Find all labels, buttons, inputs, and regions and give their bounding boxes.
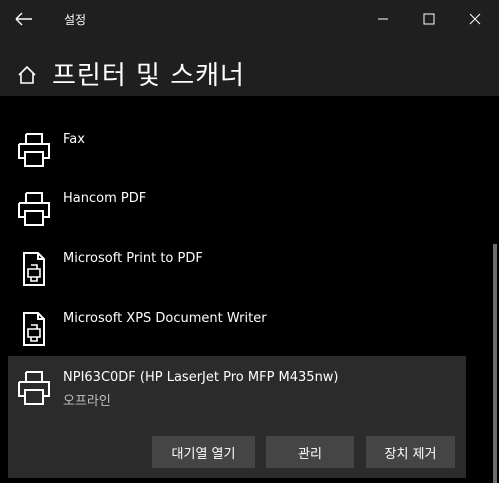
document-printer-icon [23, 252, 45, 286]
printer-icon [18, 371, 50, 405]
open-queue-button[interactable]: 대기열 열기 [152, 436, 255, 468]
back-arrow-icon[interactable] [12, 8, 36, 30]
list-item[interactable]: Microsoft XPS Document Writer [8, 311, 466, 371]
list-item[interactable]: Hancom PDF [8, 191, 466, 251]
list-item[interactable]: Fax [8, 132, 466, 192]
minimize-icon [378, 18, 388, 20]
list-item-selected[interactable]: NPI63C0DF (HP LaserJet Pro MFP M435nw) 오… [8, 370, 466, 430]
home-icon[interactable] [16, 64, 38, 86]
remove-device-button[interactable]: 장치 제거 [366, 436, 455, 468]
printer-name: Hancom PDF [63, 191, 147, 206]
window-title: 설정 [64, 13, 87, 27]
printer-icon [18, 133, 50, 167]
close-icon [469, 13, 481, 25]
list-item[interactable]: Microsoft Print to PDF [8, 251, 466, 311]
printer-icon [16, 96, 52, 102]
close-button[interactable] [452, 4, 498, 34]
printer-name: Microsoft XPS Document Writer [63, 311, 267, 326]
maximize-icon [423, 13, 435, 25]
printer-icon [18, 192, 50, 226]
printer-name: NPI63C0DF (HP LaserJet Pro MFP M435nw) [63, 370, 339, 385]
minimize-button[interactable] [360, 4, 406, 34]
maximize-button[interactable] [406, 4, 452, 34]
document-printer-icon [23, 312, 45, 346]
scrollbar-thumb[interactable] [493, 244, 497, 483]
printer-status: 오프라인 [63, 394, 111, 409]
page-title: 프린터 및 스캐너 [52, 61, 245, 91]
printer-name: Fax [63, 132, 85, 147]
manage-button[interactable]: 관리 [266, 436, 354, 468]
printer-name: Microsoft Print to PDF [63, 251, 203, 266]
